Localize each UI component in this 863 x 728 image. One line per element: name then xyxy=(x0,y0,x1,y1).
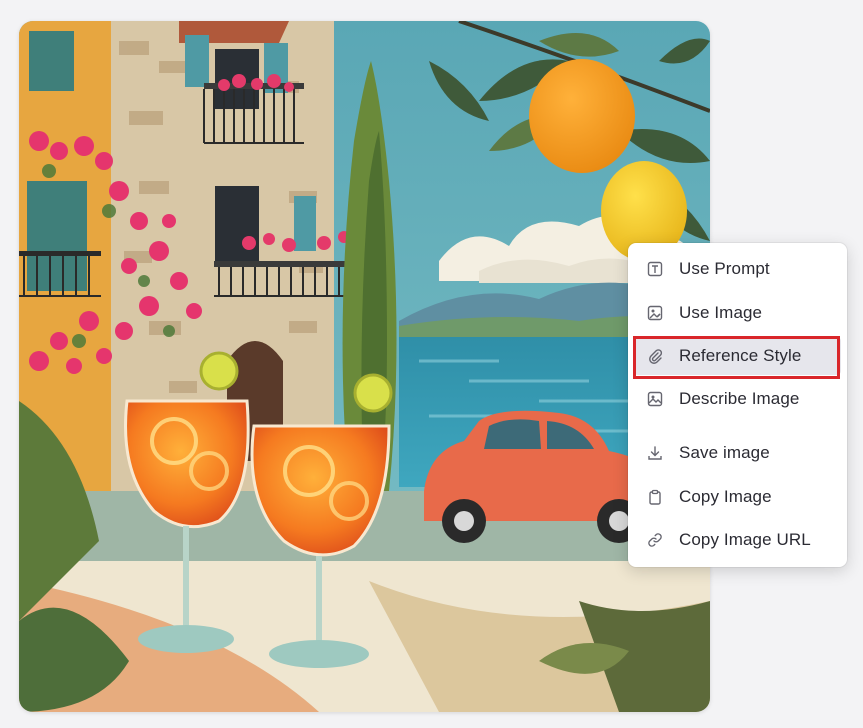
generated-image[interactable] xyxy=(19,21,710,712)
menu-item-label: Use Image xyxy=(679,303,763,322)
menu-item-label: Describe Image xyxy=(679,389,800,408)
menu-item-describe-image[interactable]: Describe Image xyxy=(634,380,841,418)
menu-item-use-image[interactable]: Use Image xyxy=(634,294,841,332)
menu-item-label: Reference Style xyxy=(679,346,802,365)
menu-item-use-prompt[interactable]: Use Prompt xyxy=(634,250,841,288)
menu-item-label: Copy Image URL xyxy=(679,530,811,549)
menu-item-label: Copy Image xyxy=(679,487,772,506)
menu-item-save-image[interactable]: Save image xyxy=(634,434,841,472)
image-edit-icon xyxy=(646,304,664,322)
menu-item-label: Use Prompt xyxy=(679,259,770,278)
download-icon xyxy=(646,444,664,462)
clipboard-icon xyxy=(646,488,664,506)
link-icon xyxy=(646,531,664,549)
menu-item-reference-style[interactable]: Reference Style xyxy=(634,337,841,375)
paperclip-icon xyxy=(646,347,664,365)
image-icon xyxy=(646,390,664,408)
illustration xyxy=(19,21,710,712)
menu-item-copy-image[interactable]: Copy Image xyxy=(634,478,841,516)
context-menu: Use Prompt Use Image Reference Style Des… xyxy=(628,243,847,567)
menu-item-copy-image-url[interactable]: Copy Image URL xyxy=(634,521,841,559)
menu-item-label: Save image xyxy=(679,443,770,462)
text-box-icon xyxy=(646,260,664,278)
